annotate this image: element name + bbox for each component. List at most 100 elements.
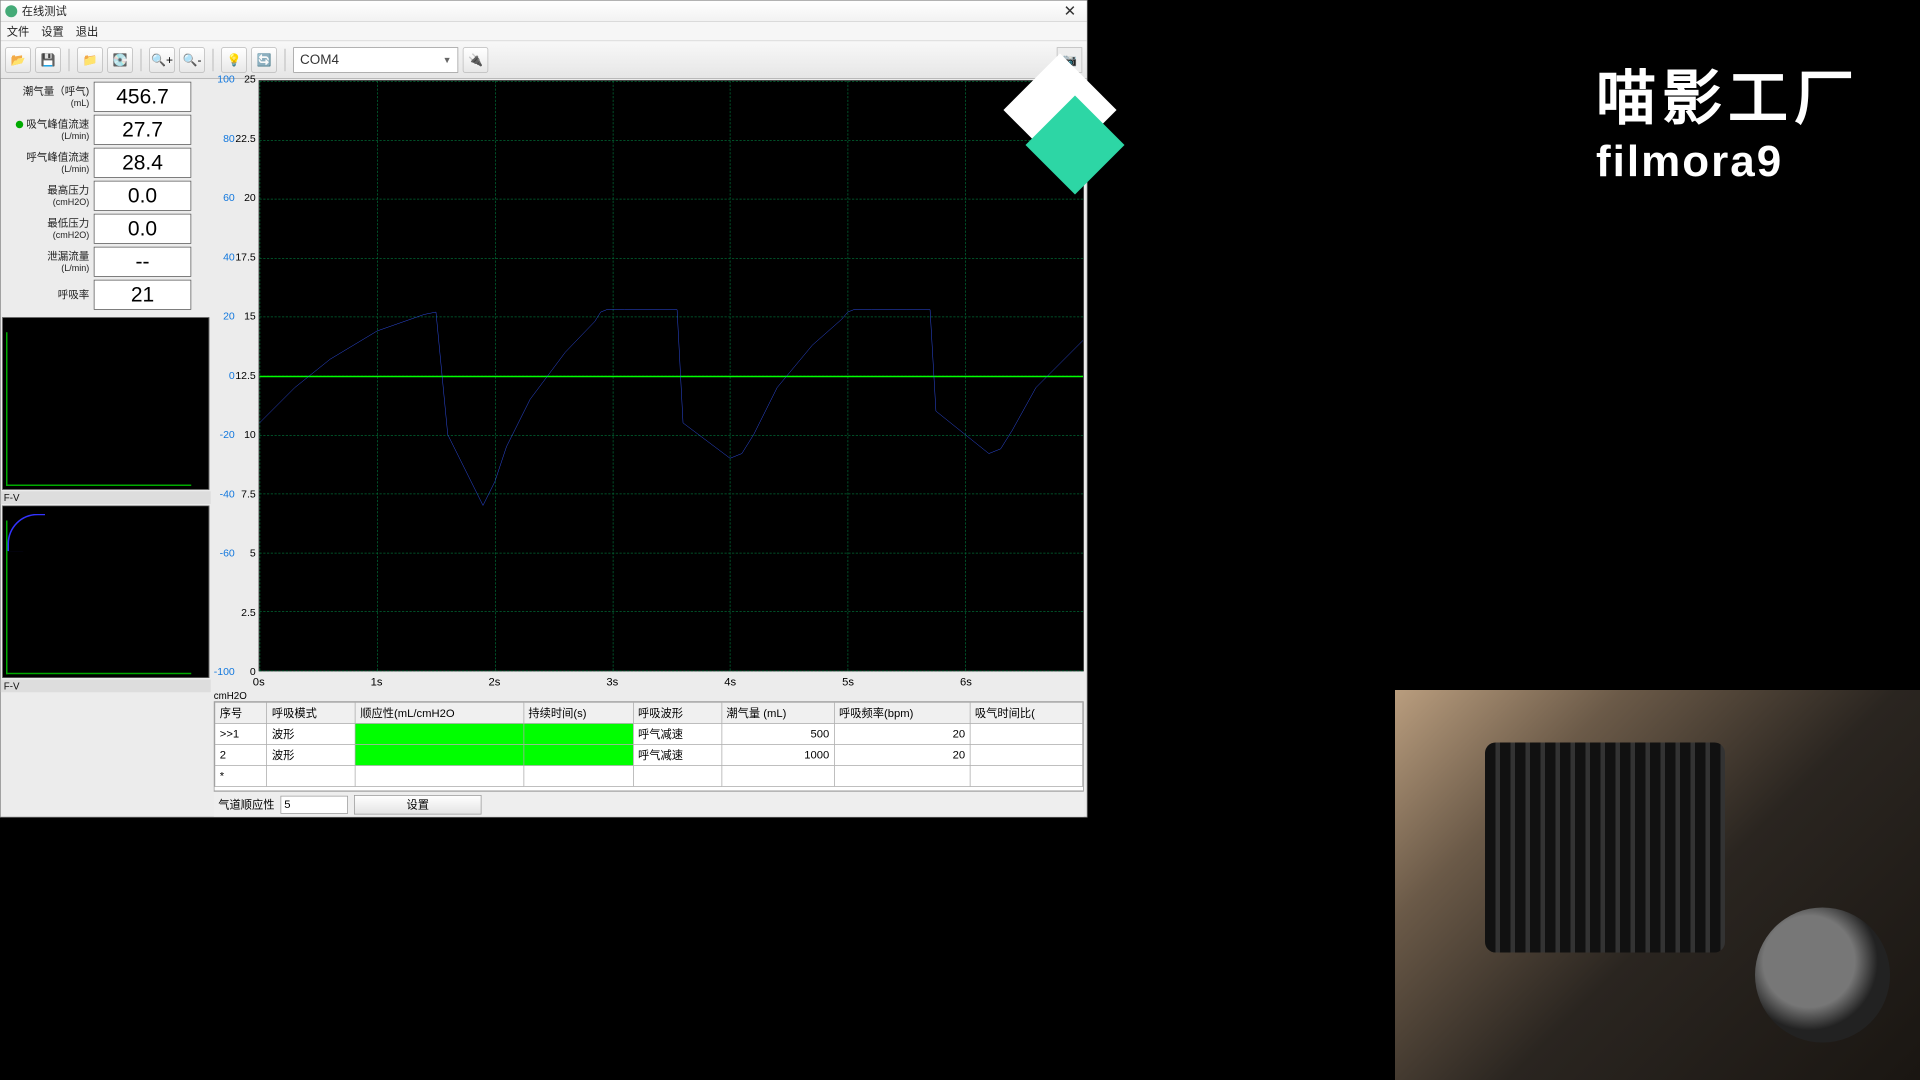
table-header[interactable]: 呼吸波形	[633, 702, 721, 723]
zoom-out-icon[interactable]: 🔍-	[179, 47, 205, 73]
menu-file[interactable]: 文件	[7, 23, 30, 39]
table-cell[interactable]	[970, 765, 1083, 786]
x-tick: 1s	[371, 676, 383, 689]
y-tick-right: 100	[217, 73, 235, 85]
metric-label: 呼吸率	[4, 289, 94, 301]
open-icon[interactable]: 📂	[5, 47, 31, 73]
x-tick: 4s	[724, 676, 736, 689]
x-tick: 0s	[253, 676, 265, 689]
data-table[interactable]: 序号呼吸模式顺应性(mL/cmH2O持续时间(s)呼吸波形潮气量 (mL)呼吸频…	[214, 701, 1084, 791]
thumb-plot-2-title: F-V	[1, 680, 211, 693]
close-icon[interactable]: ✕	[1058, 2, 1083, 21]
metrics-panel: 潮气量（呼气)(mL)456.7吸气峰值流速(L/min)27.7呼气峰值流速(…	[1, 79, 211, 316]
x-tick: 5s	[842, 676, 854, 689]
brand-line2: filmora9	[1596, 137, 1860, 187]
compliance-input[interactable]	[281, 795, 349, 813]
metric-row: 泄漏流量(L/min)--	[4, 247, 208, 277]
y-tick-right: -100	[214, 665, 235, 677]
y-tick-left: 10	[244, 428, 256, 440]
light-icon[interactable]: 💡	[221, 47, 247, 73]
table-cell[interactable]	[355, 765, 523, 786]
table-cell[interactable]: 2	[215, 744, 267, 765]
y-tick-left: 12.5	[235, 369, 255, 381]
table-cell[interactable]	[267, 765, 355, 786]
chevron-down-icon: ▼	[443, 54, 452, 65]
table-cell[interactable]: 呼气减速	[633, 744, 721, 765]
table-row[interactable]: 2波形 呼气减速100020	[215, 744, 1083, 765]
metric-label: 潮气量（呼气)(mL)	[4, 85, 94, 108]
table-cell[interactable]: 波形	[267, 723, 355, 744]
table-cell[interactable]	[970, 744, 1083, 765]
status-dot-icon	[16, 121, 24, 129]
metric-value: --	[94, 247, 192, 277]
y-tick-right: 0	[229, 369, 235, 381]
folder-icon[interactable]: 📁	[77, 47, 103, 73]
table-cell[interactable]: *	[215, 765, 267, 786]
app-window: 在线测试 ✕ 文件 设置 退出 📂 💾 📁 💽 🔍+ 🔍- 💡 🔄 COM4 ▼…	[0, 0, 1088, 818]
zoom-in-icon[interactable]: 🔍+	[149, 47, 175, 73]
video-overlay	[1395, 690, 1920, 1080]
metric-value: 0.0	[94, 181, 192, 211]
y-tick-right: -60	[220, 547, 235, 559]
table-row[interactable]: *	[215, 765, 1083, 786]
table-cell[interactable]: 20	[834, 723, 970, 744]
table-cell[interactable]	[355, 723, 523, 744]
thumb-plot-1[interactable]	[2, 317, 209, 490]
main-chart[interactable]: 02.557.51012.51517.52022.525 10080604020…	[214, 79, 1084, 702]
thumb-plot-1-title: F-V	[1, 491, 211, 504]
save-icon[interactable]: 💾	[35, 47, 61, 73]
refresh-icon[interactable]: 🔄	[251, 47, 277, 73]
table-cell[interactable]	[970, 723, 1083, 744]
y-tick-left: 20	[244, 191, 256, 203]
table-row[interactable]: >>1波形 呼气减速50020	[215, 723, 1083, 744]
table-cell[interactable]: 500	[722, 723, 835, 744]
y-tick-left: 17.5	[235, 251, 255, 263]
bottom-label: 气道顺应性	[218, 797, 274, 813]
table-cell[interactable]: >>1	[215, 723, 267, 744]
y-tick-right: -40	[220, 488, 235, 500]
table-cell[interactable]: 波形	[267, 744, 355, 765]
table-cell[interactable]	[524, 723, 634, 744]
metric-label: 泄漏流量(L/min)	[4, 250, 94, 273]
metric-value: 456.7	[94, 82, 192, 112]
main-column: 02.557.51012.51517.52022.525 10080604020…	[211, 79, 1087, 817]
table-cell[interactable]	[524, 765, 634, 786]
table-cell[interactable]: 20	[834, 744, 970, 765]
table-header[interactable]: 序号	[215, 702, 267, 723]
table-cell[interactable]	[722, 765, 835, 786]
menu-settings[interactable]: 设置	[41, 23, 64, 39]
menu-exit[interactable]: 退出	[76, 23, 99, 39]
com-port-select[interactable]: COM4 ▼	[293, 47, 458, 73]
table-header[interactable]: 呼吸模式	[267, 702, 355, 723]
table-cell[interactable]	[355, 744, 523, 765]
metric-value: 28.4	[94, 148, 192, 178]
y-tick-right: -20	[220, 428, 235, 440]
table-cell[interactable]	[633, 765, 721, 786]
connect-icon[interactable]: 🔌	[463, 47, 489, 73]
table-cell[interactable]: 呼气减速	[633, 723, 721, 744]
bottom-bar: 气道顺应性 设置	[214, 791, 1084, 817]
metric-row: 呼吸率21	[4, 280, 208, 310]
metric-label: 最低压力(cmH2O)	[4, 217, 94, 240]
savecfg-icon[interactable]: 💽	[107, 47, 133, 73]
table-cell[interactable]	[524, 744, 634, 765]
left-sidebar: 潮气量（呼气)(mL)456.7吸气峰值流速(L/min)27.7呼气峰值流速(…	[1, 79, 211, 817]
table-header[interactable]: 潮气量 (mL)	[722, 702, 835, 723]
y-tick-right: 40	[223, 251, 235, 263]
table-header[interactable]: 呼吸频率(bpm)	[834, 702, 970, 723]
settings-button[interactable]: 设置	[354, 795, 482, 815]
table-header[interactable]: 吸气时间比(	[970, 702, 1083, 723]
metric-value: 27.7	[94, 115, 192, 145]
table-header[interactable]: 持续时间(s)	[524, 702, 634, 723]
menubar: 文件 设置 退出	[1, 22, 1087, 42]
table-header[interactable]: 顺应性(mL/cmH2O	[355, 702, 523, 723]
y-tick-left: 15	[244, 310, 256, 322]
thumb-plot-2[interactable]	[2, 506, 209, 679]
y-axis-unit: cmH2O	[214, 690, 247, 701]
window-title: 在线测试	[22, 3, 67, 19]
metric-row: 潮气量（呼气)(mL)456.7	[4, 82, 208, 112]
table-cell[interactable]	[834, 765, 970, 786]
metric-label: 最高压力(cmH2O)	[4, 184, 94, 207]
table-cell[interactable]: 1000	[722, 744, 835, 765]
metric-value: 21	[94, 280, 192, 310]
